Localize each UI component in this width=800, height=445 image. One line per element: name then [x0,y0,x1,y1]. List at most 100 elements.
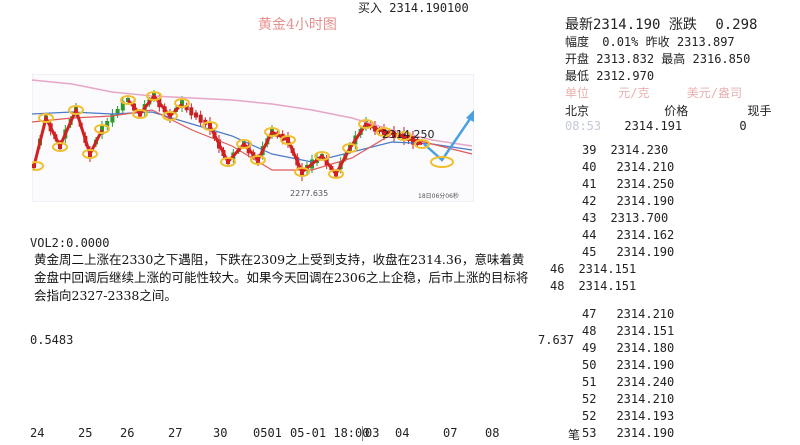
buy-label: 买入 [358,1,383,15]
gold-4h-chart[interactable]: 2314.250 2277.635 18日06分06秒 [28,73,475,203]
unit-value-usd: 美元/盎司 [686,86,742,100]
first-trade-row: 08:53 2314.191 0 [565,119,747,133]
trade-price: 2314.151 [616,324,675,338]
trade-time: 44 [582,228,597,242]
trade-row: 49 2314.180 [582,341,674,355]
trade-row: 45 2314.190 [582,245,674,259]
trade-time: 50 [582,358,597,372]
trade-time: 48 [550,279,565,293]
bottom-right-char: 笔 [568,428,581,442]
side-trade-row: 48 2314.151 [550,279,636,293]
time-label: 26 [120,426,135,440]
time-label: 27 [168,426,183,440]
trade-time: 42 [582,194,597,208]
time-label: 24 [30,426,45,440]
range-value: 0.01% [602,35,639,49]
trade-time: 40 [582,160,597,174]
first-volume: 0 [739,119,747,133]
time-label: 07 [443,426,458,440]
high-value: 2316.850 [692,52,751,66]
trade-price: 2314.210 [616,160,675,174]
open-label: 开盘 [565,52,590,66]
trade-row: 47 2314.210 [582,307,674,321]
trade-time: 47 [582,307,597,321]
prev-close-label: 昨收 [645,35,670,49]
time-label: 03 [365,426,380,440]
trade-price: 2314.180 [616,341,675,355]
open-value: 2313.832 [596,52,655,66]
left-value: 0.5483 [30,333,74,347]
trade-time: 41 [582,177,597,191]
trade-price: 2314.230 [610,143,669,157]
time-tag: 18日06分06秒 [418,192,459,200]
low-label: 最低 [565,69,590,83]
chart-title: 黄金4小时图 [258,17,337,33]
time-label: 30 [213,426,228,440]
trade-time: 46 [550,262,565,276]
first-time: 08:53 [565,119,602,133]
unit-row: 单位 元/克 美元/盎司 [565,84,742,101]
trade-row: 44 2314.162 [582,228,674,242]
candle-body [110,113,115,123]
low-value: 2312.970 [596,69,655,83]
trade-price: 2314.210 [616,392,675,406]
trade-time: 52 [582,409,597,423]
trade-row: 48 2314.151 [582,324,674,338]
trade-row: 41 2314.250 [582,177,674,191]
analysis-text: 黄金周二上涨在2330之下遇阻，下跌在2309之上受到支持，收盘在2314.36… [34,252,529,303]
time-label: 04 [395,426,410,440]
vol-label: VOL2:0.0000 [30,236,110,250]
trade-price: 2313.700 [610,211,669,225]
candle-body [194,112,198,118]
trade-price: 2314.210 [616,307,675,321]
trade-row: 50 2314.190 [582,358,674,372]
col-time: 北京 [565,104,590,118]
time-label: 0501 [253,426,282,440]
trade-row: 42 2314.190 [582,194,674,208]
trade-time: 51 [582,375,597,389]
trade-price: 2314.151 [578,279,637,293]
open-row: 开盘 2313.832 最高 2316.850 [565,50,750,67]
timeline-axis: 24 25 26 27 30 0501 05-01 18:00 03 04 07… [0,424,600,444]
side-trade-row: 46 2314.151 [550,262,636,276]
mid-value: 7.637 [538,333,575,347]
trade-row: 52 2314.193 [582,409,674,423]
trade-time: 48 [582,324,597,338]
buy-price-line: 买入 2314.190100 [358,0,469,16]
low-tag: 2277.635 [290,189,328,198]
latest-value: 2314.190 [593,17,661,33]
trade-time: 52 [582,392,597,406]
trade-time: 45 [582,245,597,259]
col-price: 价格 [664,104,689,118]
trade-price: 2314.190 [616,426,675,440]
trade-price: 2314.151 [578,262,637,276]
time-label: 05-01 18:00 [290,426,370,440]
candle-body [189,107,194,116]
trade-time: 43 [582,211,597,225]
range-label: 幅度 [565,35,590,49]
change-value: 0.298 [715,17,758,33]
buy-value: 2314.190100 [389,1,469,15]
trade-price: 2314.190 [616,358,675,372]
price-tag: 2314.250 [382,128,435,141]
high-label: 最高 [661,52,686,66]
col-volume: 现手 [747,104,772,118]
first-price: 2314.191 [624,119,683,133]
trade-price: 2314.193 [616,409,675,423]
trade-row: 52 2314.210 [582,392,674,406]
latest-label: 最新 [565,17,593,33]
low-row: 最低 2312.970 [565,67,654,84]
trade-price: 2314.190 [616,245,675,259]
timeline-divider [362,426,363,441]
chart-svg: 2314.250 2277.635 18日06分06秒 [28,73,475,203]
trade-price: 2314.162 [616,228,675,242]
trade-time: 49 [582,341,597,355]
time-label: 08 [485,426,500,440]
trade-table-header: 北京 价格 现手 [565,102,772,119]
trade-price: 2314.240 [616,375,675,389]
range-row: 幅度 0.01% 昨收 2313.897 [565,33,735,50]
time-label: 25 [78,426,93,440]
trade-row: 51 2314.240 [582,375,674,389]
trade-price: 2314.250 [616,177,675,191]
trade-time: 39 [582,143,597,157]
